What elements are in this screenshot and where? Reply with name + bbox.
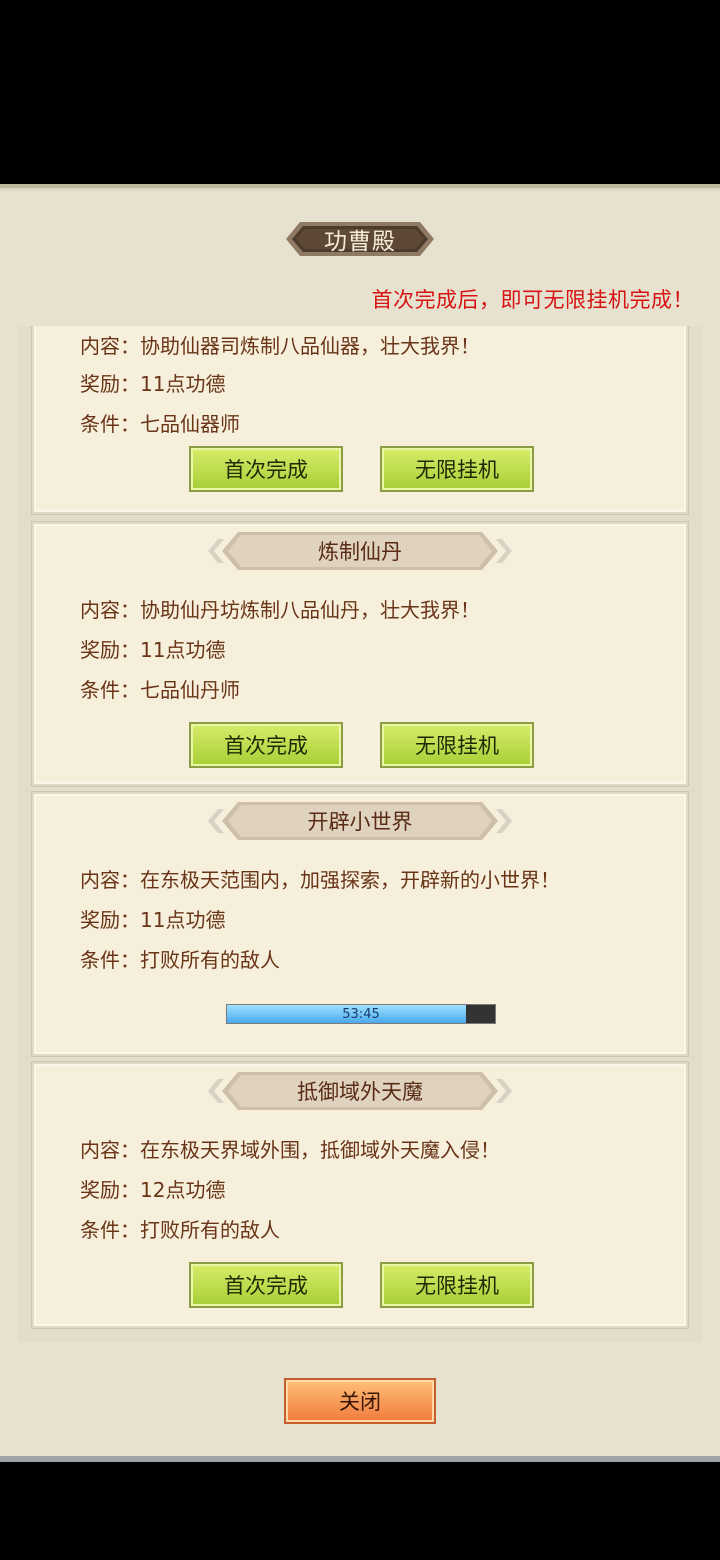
card-content: 内容：在东极天界域外围，抵御域外天魔入侵！ [80,1138,500,1162]
idle-button[interactable]: 无限挂机 [380,1262,534,1308]
first-complete-button[interactable]: 首次完成 [189,722,343,768]
card-content: 内容：协助仙器司炼制八品仙器，壮大我界！ [80,334,480,358]
task-card-refine-pill: 炼制仙丹 内容：协助仙丹坊炼制八品仙丹，壮大我界！ 奖励：11点功德 条件：七品… [32,522,688,786]
idle-button[interactable]: 无限挂机 [380,446,534,492]
task-card-open-world: 开辟小世界 内容：在东极天范围内，加强探索，开辟新的小世界！ 奖励：11点功德 … [32,792,688,1056]
card-condition: 条件：七品仙丹师 [80,678,240,702]
card-title: 开辟小世界 [307,810,413,834]
countdown-timer: 53:45 [342,1006,380,1022]
card-reward: 奖励：11点功德 [80,908,226,932]
card-condition: 条件：打败所有的敌人 [80,948,280,972]
task-card-resist-demons: 抵御域外天魔 内容：在东极天界域外围，抵御域外天魔入侵！ 奖励：12点功德 条件… [32,1062,688,1328]
card-reward: 奖励：12点功德 [80,1178,226,1202]
card-title: 炼制仙丹 [318,540,402,564]
dialog-title: 功曹殿 [324,229,396,255]
task-list[interactable]: 内容：协助仙器司炼制八品仙器，壮大我界！ 奖励：11点功德 条件：七品仙器师 首… [18,326,702,1342]
idle-button[interactable]: 无限挂机 [380,722,534,768]
card-reward: 奖励：11点功德 [80,372,226,396]
first-complete-button[interactable]: 首次完成 [189,446,343,492]
card-condition: 条件：打败所有的敌人 [80,1218,280,1242]
card-title: 抵御域外天魔 [297,1080,423,1104]
notice-text: 首次完成后，即可无限挂机完成！ [371,288,694,312]
dialog-panel: 功曹殿 首次完成后，即可无限挂机完成！ 内容：协助仙器司炼制八品仙器，壮大我界！… [0,184,720,1462]
card-content: 内容：在东极天范围内，加强探索，开辟新的小世界！ [80,868,560,892]
first-complete-button[interactable]: 首次完成 [189,1262,343,1308]
card-reward: 奖励：11点功德 [80,638,226,662]
card-condition: 条件：七品仙器师 [80,412,240,436]
dialog-title-plate: 功曹殿 [0,218,720,260]
countdown-progress-bar: 53:45 [226,1004,496,1024]
task-card-refine-artifact: 内容：协助仙器司炼制八品仙器，壮大我界！ 奖励：11点功德 条件：七品仙器师 首… [32,326,688,514]
close-button[interactable]: 关闭 [284,1378,436,1424]
card-content: 内容：协助仙丹坊炼制八品仙丹，壮大我界！ [80,598,480,622]
